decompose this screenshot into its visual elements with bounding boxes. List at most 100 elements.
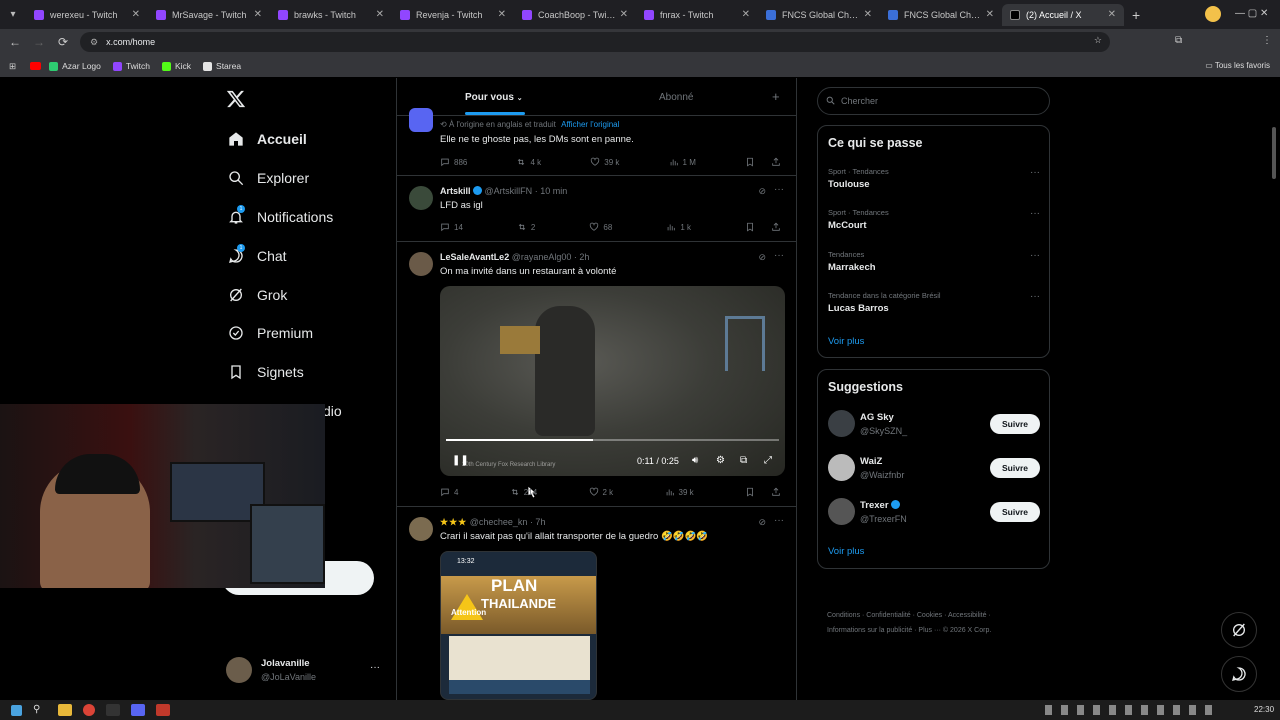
youtube-icon[interactable] (30, 62, 42, 70)
tweet-author[interactable]: ★★★ @chechee_kn · 7h (440, 517, 545, 528)
browser-tab[interactable]: werexeu - Twitch ✕ (26, 4, 148, 26)
x-logo[interactable] (226, 89, 246, 109)
nav-home[interactable]: Accueil (228, 131, 307, 147)
follow-button[interactable]: Suivre (990, 414, 1040, 434)
like-button[interactable]: 39 k (590, 157, 619, 167)
grok-icon[interactable]: ⊘ (758, 517, 766, 528)
tab-for-you[interactable]: Pour vous ⌄ (465, 92, 523, 103)
add-tab-icon[interactable]: + (772, 89, 780, 104)
profile-avatar[interactable] (1205, 6, 1221, 22)
chrome-icon[interactable] (83, 704, 95, 716)
tweet[interactable]: LeSaleAvantLe2 @rayaneAlg00 · 2h ⊘ ··· O… (397, 242, 796, 507)
tab-search-button[interactable]: ▾ (0, 0, 26, 29)
bookmark-kick[interactable]: Kick (161, 61, 191, 71)
forward-button[interactable]: → (27, 35, 51, 49)
reply-button[interactable]: 4 (440, 487, 458, 497)
page-scrollbar[interactable] (1272, 127, 1276, 179)
volume-icon[interactable]: 🔊︎ (692, 455, 698, 466)
extensions-icon[interactable]: ⧉ (1175, 35, 1182, 46)
nav-notifications[interactable]: 1 Notifications (228, 205, 333, 225)
trend-item[interactable]: Sport · Tendances Toulouse ··· (828, 167, 1040, 190)
browser-tab[interactable]: brawks - Twitch ✕ (270, 4, 392, 26)
views-button[interactable]: 1 M (669, 157, 696, 167)
file-explorer-icon[interactable] (58, 704, 72, 716)
tweet-author[interactable]: LeSaleAvantLe2 @rayaneAlg00 · 2h (440, 252, 589, 262)
account-switcher[interactable]: Jolavanille @JoLaVanille ··· (226, 656, 386, 686)
search-input[interactable]: Chercher (817, 87, 1050, 115)
browser-tab[interactable]: fnrax - Twitch ✕ (636, 4, 758, 26)
terminal-icon[interactable] (106, 704, 120, 716)
url-field[interactable]: ⚙ x.com/home ☆ (80, 32, 1110, 52)
bookmark-azar[interactable]: Azar Logo (49, 61, 101, 71)
grok-float-button[interactable] (1221, 612, 1257, 648)
suggestion-item[interactable]: WaiZ @Waizfnbr Suivre (828, 454, 1040, 484)
search-icon[interactable]: ⚲ (33, 704, 47, 716)
bookmark-icon[interactable] (745, 157, 759, 167)
more-icon[interactable]: ··· (1030, 208, 1040, 219)
video-player[interactable]: ❚❚ 20th Century Fox Research Library 0:1… (440, 286, 785, 476)
pip-icon[interactable]: ⧉ (740, 455, 747, 466)
bookmark-star-icon[interactable]: ☆ (1094, 35, 1102, 46)
nav-bookmarks[interactable]: Signets (228, 364, 304, 380)
bookmark-icon[interactable] (745, 222, 759, 232)
close-tab-icon[interactable]: ✕ (620, 9, 628, 20)
browser-tab[interactable]: FNCS Global Champ ✕ (880, 4, 1002, 26)
bookmark-icon[interactable] (745, 487, 759, 497)
see-more-link[interactable]: Voir plus (828, 546, 864, 557)
browser-tab[interactable]: MrSavage - Twitch ✕ (148, 4, 270, 26)
discord-icon[interactable] (131, 704, 145, 716)
footer-links-2[interactable]: Informations sur la publicité · Plus ···… (827, 627, 991, 634)
views-button[interactable]: 39 k (665, 487, 694, 497)
more-icon[interactable]: ··· (774, 250, 784, 261)
apps-icon[interactable]: ⊞ (9, 61, 16, 72)
more-icon[interactable]: ··· (1030, 291, 1040, 302)
tweet-image[interactable]: 13:32 PLAN THAILANDE Attention (440, 551, 597, 700)
nav-premium[interactable]: Premium (228, 325, 313, 341)
follow-button[interactable]: Suivre (990, 502, 1040, 522)
menu-icon[interactable]: ⋮ (1262, 35, 1272, 46)
close-tab-icon[interactable]: ✕ (376, 9, 384, 20)
share-icon[interactable] (771, 157, 785, 167)
views-button[interactable]: 1 k (666, 222, 691, 232)
close-tab-icon[interactable]: ✕ (1108, 9, 1116, 20)
more-icon[interactable]: ··· (1030, 167, 1040, 178)
reply-button[interactable]: 886 (440, 157, 467, 167)
more-icon[interactable]: ··· (1030, 250, 1040, 261)
like-button[interactable]: 68 (589, 222, 612, 232)
trend-item[interactable]: Tendance dans la catégorie Brésil Lucas B… (828, 291, 1040, 314)
obs-icon[interactable] (156, 704, 170, 716)
trend-item[interactable]: Tendances Marrakech ··· (828, 250, 1040, 273)
repost-button[interactable]: 2 (517, 222, 535, 232)
nav-explore[interactable]: Explorer (228, 170, 309, 186)
back-button[interactable]: ← (3, 35, 27, 49)
trend-item[interactable]: Sport · Tendances McCourt ··· (828, 208, 1040, 231)
bookmark-starea[interactable]: Starea (203, 61, 241, 71)
close-tab-icon[interactable]: ✕ (132, 9, 140, 20)
tweet[interactable]: Artskill @ArtskillFN · 10 min ⊘ ··· LFD … (397, 176, 796, 242)
see-more-link[interactable]: Voir plus (828, 336, 864, 347)
windows-start-icon[interactable] (11, 704, 22, 716)
nav-grok[interactable]: Grok (228, 287, 287, 303)
close-tab-icon[interactable]: ✕ (742, 9, 750, 20)
settings-icon[interactable]: ⚙ (716, 455, 725, 466)
all-bookmarks[interactable]: ▭ Tous les favoris (1205, 61, 1270, 70)
more-icon[interactable]: ··· (774, 184, 784, 195)
suggestion-item[interactable]: Trexer @TrexerFN Suivre (828, 498, 1040, 528)
tweet[interactable]: ⟲ À l'origine en anglais et traduit Affi… (397, 108, 796, 176)
footer-links[interactable]: Conditions · Confidentialité · Cookies ·… (827, 612, 991, 619)
fullscreen-icon[interactable]: ⤢ (764, 455, 772, 466)
browser-tab[interactable]: (2) Accueil / X ✕ (1002, 3, 1124, 26)
browser-tab[interactable]: CoachBoop - Twitch ✕ (514, 4, 636, 26)
nav-chat[interactable]: 1 Chat (228, 244, 287, 264)
messages-float-button[interactable] (1221, 656, 1257, 692)
close-tab-icon[interactable]: ✕ (498, 9, 506, 20)
more-icon[interactable]: ··· (774, 515, 784, 526)
reply-button[interactable]: 14 (440, 222, 463, 232)
new-tab-button[interactable]: + (1132, 7, 1140, 23)
like-button[interactable]: 2 k (589, 487, 613, 497)
tweet-author[interactable]: Artskill @ArtskillFN · 10 min (440, 186, 567, 196)
avatar[interactable] (409, 517, 433, 541)
avatar[interactable] (409, 186, 433, 210)
tweet[interactable]: ★★★ @chechee_kn · 7h ⊘ ··· Crari il sava… (397, 507, 796, 700)
reload-button[interactable]: ⟳ (51, 35, 75, 49)
